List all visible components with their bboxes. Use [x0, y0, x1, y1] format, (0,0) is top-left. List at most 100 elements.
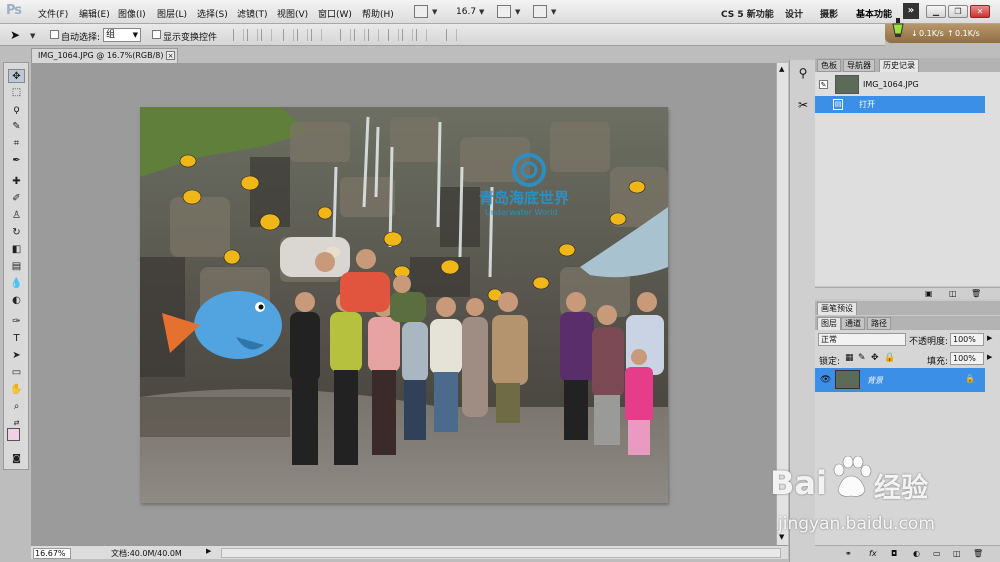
crop-tool-icon[interactable]: ⌗ — [8, 137, 25, 151]
brush-tool-icon[interactable]: ✐ — [8, 192, 25, 206]
move-tool-icon[interactable]: ✥ — [8, 69, 25, 83]
tab-channels[interactable]: 通道 — [841, 317, 865, 330]
menu-file[interactable]: 文件(F) — [38, 7, 68, 20]
new-layer-icon[interactable]: ◫ — [953, 549, 961, 558]
tab-history[interactable]: 历史记录 — [879, 59, 919, 72]
distribute-vcenter-icon[interactable] — [354, 29, 365, 41]
distribute-bottom-icon[interactable] — [368, 29, 379, 41]
chevron-down-icon[interactable]: ▼ — [432, 8, 437, 16]
workspace-cs5-new[interactable]: CS 5 新功能 — [721, 7, 774, 20]
scroll-up-icon[interactable]: ▲ — [779, 65, 784, 73]
quick-mask-icon[interactable]: ◙ — [8, 452, 25, 466]
status-menu-arrow-icon[interactable]: ▶ — [206, 547, 211, 555]
lock-transparency-icon[interactable]: ▦ — [845, 353, 854, 363]
lasso-tool-icon[interactable]: ϙ — [8, 103, 25, 117]
healing-brush-tool-icon[interactable]: ✚ — [8, 175, 25, 189]
workspace-photography[interactable]: 摄影 — [820, 7, 838, 20]
opacity-field[interactable]: 100% — [950, 333, 984, 346]
path-select-tool-icon[interactable]: ➤ — [8, 349, 25, 363]
fill-field[interactable]: 100% — [950, 352, 984, 365]
menu-select[interactable]: 选择(S) — [197, 7, 228, 20]
zoom-tool-icon[interactable]: ⌕ — [8, 400, 25, 414]
chevron-down-icon[interactable]: ▼ — [479, 8, 484, 16]
link-layers-icon[interactable]: ⚭ — [845, 549, 852, 558]
align-top-icon[interactable] — [233, 29, 244, 41]
lock-position-icon[interactable]: ✥ — [871, 353, 879, 363]
history-item-open[interactable]: ▤ 打开 — [815, 96, 985, 113]
chevron-down-icon[interactable]: ▼ — [30, 32, 35, 40]
add-mask-icon[interactable]: ◘ — [891, 549, 897, 558]
chevron-down-icon[interactable]: ▼ — [515, 8, 520, 16]
create-snapshot-icon[interactable]: ◫ — [949, 289, 957, 298]
tab-layers[interactable]: 图层 — [817, 317, 841, 330]
marquee-tool-icon[interactable]: ⬚ — [8, 86, 25, 100]
new-group-icon[interactable]: ▭ — [933, 549, 941, 558]
close-tab-icon[interactable]: × — [166, 51, 175, 60]
align-right-icon[interactable] — [311, 29, 322, 41]
distribute-top-icon[interactable] — [340, 29, 351, 41]
pen-tool-icon[interactable]: ✑ — [8, 315, 25, 329]
lock-all-icon[interactable]: 🔒 — [884, 353, 895, 363]
workspace-essentials[interactable]: 基本功能 — [856, 7, 892, 20]
adjustment-layer-icon[interactable]: ◐ — [913, 549, 920, 558]
tab-paths[interactable]: 路径 — [867, 317, 891, 330]
document-image[interactable]: 青岛海底世界 Underwater World — [140, 107, 668, 503]
bridge-icon[interactable] — [414, 5, 428, 18]
tab-swatches[interactable]: 色板 — [817, 59, 841, 72]
tab-navigator[interactable]: 导航器 — [843, 59, 875, 72]
tool-presets-icon[interactable]: ✂ — [794, 98, 812, 118]
history-snapshot[interactable]: ✎ IMG_1064.JPG — [815, 74, 985, 96]
more-workspaces-button[interactable]: » — [903, 3, 919, 19]
menu-image[interactable]: 图像(I) — [118, 7, 146, 20]
visibility-eye-icon[interactable]: 👁 — [820, 375, 831, 385]
zoom-level[interactable]: 16.7 — [456, 7, 476, 17]
screen-mode-icon[interactable] — [533, 5, 547, 18]
auto-select-dropdown[interactable]: 组 ▼ — [103, 28, 141, 42]
menu-edit[interactable]: 编辑(E) — [79, 7, 110, 20]
menu-window[interactable]: 窗口(W) — [318, 7, 352, 20]
distribute-right-icon[interactable] — [416, 29, 427, 41]
distribute-left-icon[interactable] — [388, 29, 399, 41]
align-bottom-icon[interactable] — [261, 29, 272, 41]
move-tool-icon[interactable]: ➤ — [10, 28, 20, 42]
workspace-design[interactable]: 设计 — [785, 7, 803, 20]
type-tool-icon[interactable]: T — [8, 332, 25, 346]
eyedropper-tool-icon[interactable]: ✒ — [8, 154, 25, 168]
auto-align-layers-icon[interactable] — [446, 29, 457, 41]
align-vcenter-icon[interactable] — [247, 29, 258, 41]
menu-layer[interactable]: 图层(L) — [157, 7, 187, 20]
auto-select-checkbox[interactable] — [50, 30, 59, 39]
clone-stamp-tool-icon[interactable]: ♙ — [8, 209, 25, 223]
fill-slider-icon[interactable]: ▶ — [987, 353, 992, 361]
layer-background[interactable]: 👁 背景 🔒 — [815, 368, 985, 392]
restore-button[interactable]: ❐ — [948, 5, 968, 18]
align-hcenter-icon[interactable] — [297, 29, 308, 41]
new-document-from-state-icon[interactable]: ▣ — [925, 289, 933, 298]
blur-tool-icon[interactable]: 💧 — [8, 277, 25, 291]
align-left-icon[interactable] — [283, 29, 294, 41]
shape-tool-icon[interactable]: ▭ — [8, 366, 25, 380]
tab-brush-presets[interactable]: 画笔预设 — [817, 302, 857, 315]
eraser-tool-icon[interactable]: ◧ — [8, 243, 25, 257]
horizontal-scrollbar[interactable] — [221, 548, 781, 558]
blend-mode-select[interactable]: 正常 — [818, 333, 906, 346]
menu-filter[interactable]: 滤镜(T) — [237, 7, 268, 20]
chevron-down-icon[interactable]: ▼ — [551, 8, 556, 16]
show-transform-checkbox[interactable] — [152, 30, 161, 39]
distribute-hcenter-icon[interactable] — [402, 29, 413, 41]
lock-image-icon[interactable]: ✎ — [858, 353, 866, 363]
snapshot-source-icon[interactable]: ✎ — [819, 80, 828, 89]
menu-view[interactable]: 视图(V) — [277, 7, 308, 20]
minimize-button[interactable]: ▁ — [926, 5, 946, 18]
menu-help[interactable]: 帮助(H) — [362, 7, 394, 20]
delete-layer-icon[interactable]: 🗑 — [973, 549, 983, 558]
arrange-documents-icon[interactable] — [497, 5, 511, 18]
status-zoom-field[interactable]: 16.67% — [33, 548, 71, 559]
gradient-tool-icon[interactable]: ▤ — [8, 260, 25, 274]
hand-tool-icon[interactable]: ✋ — [8, 383, 25, 397]
clone-source-icon[interactable]: ⚲ — [794, 66, 812, 86]
history-brush-tool-icon[interactable]: ↻ — [8, 226, 25, 240]
document-tab[interactable]: IMG_1064.JPG @ 16.7%(RGB/8) × — [31, 48, 178, 63]
opacity-slider-icon[interactable]: ▶ — [987, 334, 992, 342]
foreground-color-swatch[interactable] — [7, 428, 20, 441]
